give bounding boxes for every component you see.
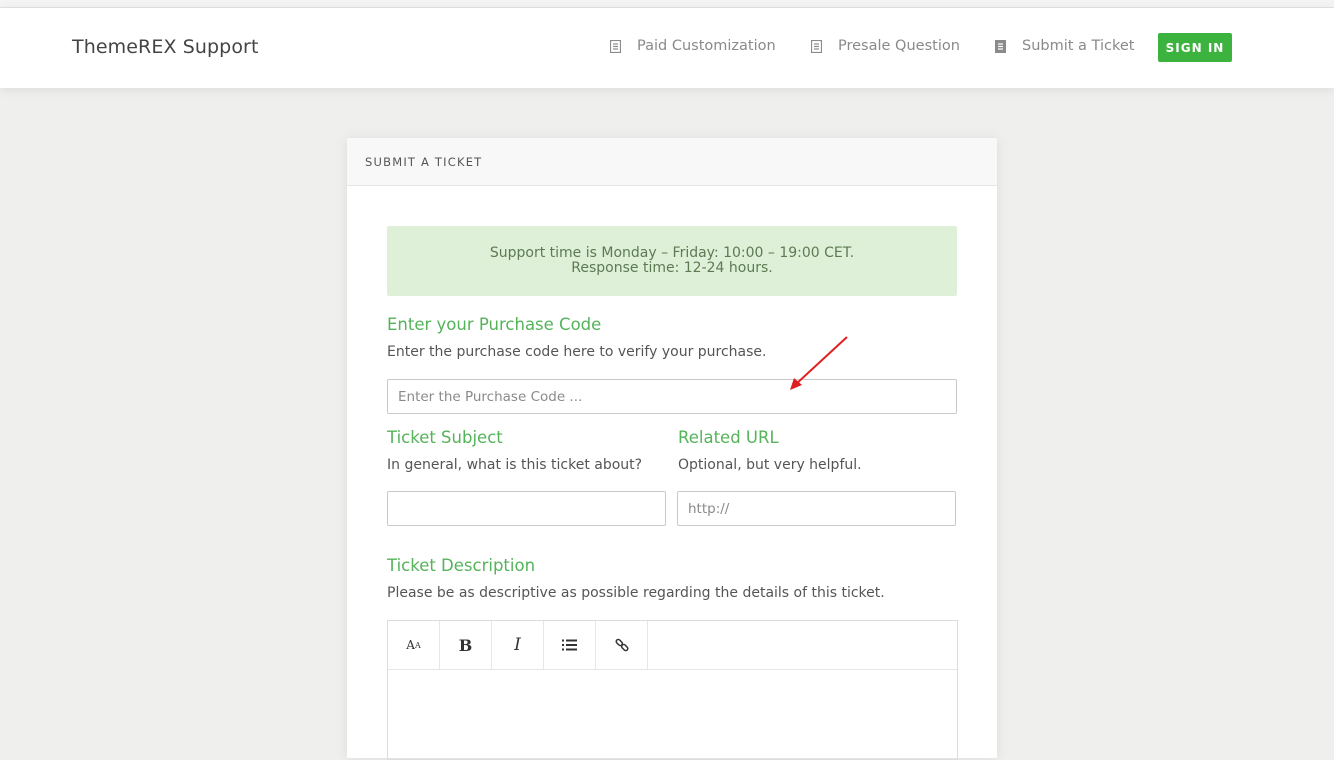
italic-icon[interactable]: I (492, 621, 544, 669)
purchase-code-label: Enter your Purchase Code (387, 315, 602, 334)
bold-icon[interactable]: B (440, 621, 492, 669)
editor-content-area[interactable] (388, 670, 957, 760)
card-title: SUBMIT A TICKET (347, 138, 997, 186)
nav-paid-customization[interactable]: Paid Customization (610, 38, 776, 54)
notice-line-response-time: Response time: 12-24 hours. (571, 260, 773, 276)
notice-line-support-time: Support time is Monday – Friday: 10:00 –… (489, 245, 855, 261)
brand-logo-text[interactable]: ThemeREX Support (72, 36, 259, 58)
document-icon (995, 39, 1006, 53)
nav-submit-ticket[interactable]: Submit a Ticket (995, 38, 1134, 54)
submit-ticket-card: SUBMIT A TICKET Support time is Monday –… (347, 138, 997, 760)
font-size-icon[interactable]: AA (388, 621, 440, 669)
related-url-label: Related URL (678, 428, 779, 447)
list-icon[interactable] (544, 621, 596, 669)
purchase-code-input[interactable] (387, 379, 957, 414)
browser-top-strip (0, 0, 1334, 8)
nav-label: Presale Question (838, 38, 960, 54)
related-url-description: Optional, but very helpful. (678, 457, 862, 473)
sign-in-button[interactable]: SIGN IN (1158, 33, 1232, 62)
document-icon (610, 39, 621, 53)
link-icon[interactable] (596, 621, 648, 669)
nav-label: Submit a Ticket (1022, 38, 1135, 54)
editor-toolbar: AA B I (388, 621, 957, 670)
support-time-notice: Support time is Monday – Friday: 10:00 –… (387, 226, 957, 296)
annotation-arrow-icon (790, 336, 848, 390)
ticket-subject-description: In general, what is this ticket about? (387, 457, 643, 473)
site-header: ThemeREX Support Paid Customization Pres… (0, 8, 1334, 88)
related-url-input[interactable] (677, 491, 956, 526)
nav-label: Paid Customization (637, 38, 776, 54)
ticket-description-help: Please be as descriptive as possible reg… (387, 585, 885, 601)
ticket-description-label: Ticket Description (387, 556, 536, 575)
description-editor: AA B I (387, 620, 958, 760)
purchase-code-description: Enter the purchase code here to verify y… (387, 344, 767, 360)
ticket-subject-input[interactable] (387, 491, 666, 526)
ticket-subject-label: Ticket Subject (387, 428, 503, 447)
nav-presale-question[interactable]: Presale Question (811, 38, 960, 54)
document-icon (811, 39, 822, 53)
